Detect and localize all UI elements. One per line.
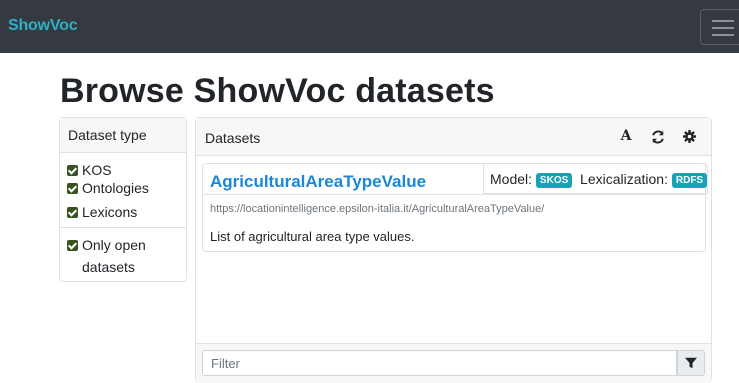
brand-logo[interactable]: ShowVoc — [8, 17, 78, 35]
page-title: Browse ShowVoc datasets — [60, 72, 495, 110]
checkbox-label: Lexicons — [82, 204, 138, 220]
navbar: ShowVoc — [0, 0, 739, 53]
checkbox-ontologies[interactable]: Ontologies — [67, 179, 149, 197]
lexicalization-badge: RDFS — [671, 173, 708, 188]
divider — [203, 194, 705, 195]
checkbox-icon[interactable] — [67, 183, 78, 194]
filter-input[interactable] — [202, 350, 677, 376]
filter-icon — [685, 357, 697, 369]
filter-button[interactable] — [677, 350, 705, 376]
dataset-card: AgriculturalAreaTypeValue Model: SKOS Le… — [202, 163, 708, 252]
checkbox-icon[interactable] — [67, 207, 78, 218]
checkbox-lexicons[interactable]: Lexicons — [67, 203, 137, 221]
checkbox-label: Only open — [82, 237, 146, 253]
model-badge: SKOS — [535, 173, 573, 188]
dataset-type-header: Dataset type — [60, 118, 186, 153]
checkbox-label: KOS — [82, 162, 112, 178]
filter-bar — [196, 343, 711, 383]
font-a-icon[interactable]: A — [618, 128, 634, 146]
checkbox-label: Ontologies — [82, 180, 149, 196]
dataset-name-link[interactable]: AgriculturalAreaTypeValue — [210, 172, 426, 192]
datasets-panel: Datasets A AgriculturalAreaTypeValue Mod… — [195, 117, 712, 383]
checkbox-icon[interactable] — [67, 240, 78, 251]
hamburger-icon[interactable] — [700, 9, 739, 45]
refresh-icon[interactable] — [650, 128, 666, 146]
dataset-url: https://locationintelligence.epsilon-ita… — [210, 203, 545, 215]
datasets-header-title: Datasets — [205, 130, 261, 146]
checkbox-label-continued: datasets — [82, 259, 135, 275]
dataset-description: List of agricultural area type values. — [210, 229, 415, 244]
dataset-info-box: Model: SKOS Lexicalization: RDFS — [483, 163, 708, 194]
datasets-header: Datasets A — [196, 118, 711, 156]
checkbox-only-open[interactable]: Only open — [67, 236, 146, 254]
lexicalization-label: Lexicalization: — [580, 171, 668, 187]
checkbox-kos[interactable]: KOS — [67, 161, 112, 179]
model-label: Model: — [490, 171, 533, 187]
checkbox-icon[interactable] — [67, 165, 78, 176]
dataset-type-panel: Dataset type KOS Ontologies Lexicons Onl… — [59, 117, 187, 282]
divider — [60, 227, 186, 228]
gear-icon[interactable] — [681, 128, 697, 146]
